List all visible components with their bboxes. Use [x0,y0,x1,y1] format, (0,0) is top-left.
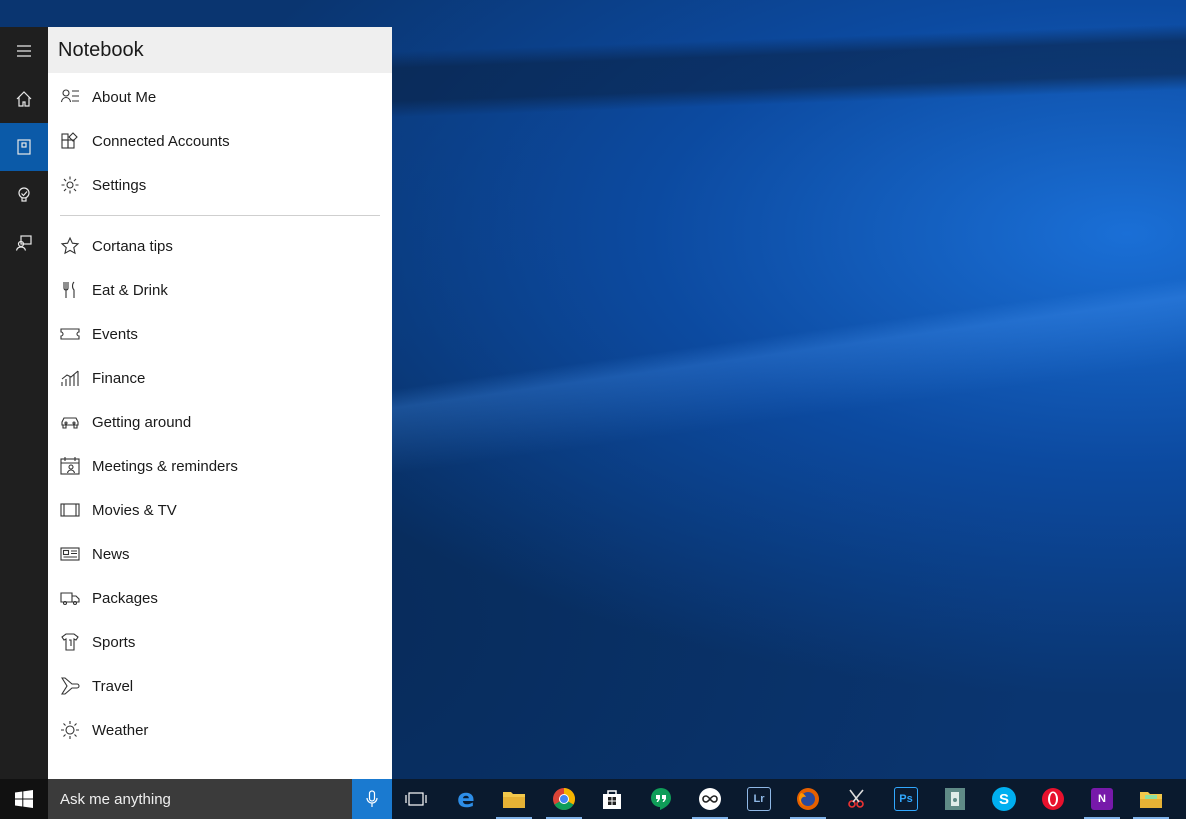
connected-accounts-icon [60,131,80,151]
hamburger-menu-icon[interactable] [0,27,48,75]
windows-start-icon[interactable] [0,779,48,819]
list-item-connected-accounts[interactable]: Connected Accounts [48,119,392,163]
skype-icon[interactable]: S [980,779,1028,819]
list-item-travel[interactable]: Travel [48,664,392,708]
item-label: Events [92,325,138,343]
feedback-icon[interactable] [0,219,48,267]
opera-icon[interactable] [1029,779,1077,819]
item-label: Meetings & reminders [92,457,238,475]
jersey-icon [60,632,80,652]
snipping-tool-icon[interactable] [833,779,881,819]
list-item-cortana-tips[interactable]: Cortana tips [48,224,392,268]
document-app-icon[interactable] [931,779,979,819]
taskbar: Ask me anything e Lr Ps S N [0,779,1186,819]
list-item-events[interactable]: Events [48,312,392,356]
photoshop-icon[interactable]: Ps [882,779,930,819]
cortana-left-rail [0,27,48,779]
item-label: Sports [92,633,136,651]
sun-icon [60,720,80,740]
notebook-icon[interactable] [0,123,48,171]
truck-icon [60,588,80,608]
calendar-person-icon [60,456,80,476]
person-list-icon [60,87,80,107]
store-icon[interactable] [588,779,636,819]
list-item-getting-around[interactable]: Getting around [48,400,392,444]
list-item-meetings-reminders[interactable]: Meetings & reminders [48,444,392,488]
list-item-news[interactable]: News [48,532,392,576]
item-label: Cortana tips [92,237,173,255]
film-icon [60,500,80,520]
edge-icon[interactable]: e [442,779,490,819]
list-item-finance[interactable]: Finance [48,356,392,400]
newspaper-icon [60,544,80,564]
firefox-icon[interactable] [784,779,832,819]
item-label: Packages [92,589,158,607]
sticky-notes-icon[interactable] [1127,779,1175,819]
list-item-packages[interactable]: Packages [48,576,392,620]
lightbulb-icon[interactable] [0,171,48,219]
notebook-panel: Notebook About Me Connected Accounts Set… [48,27,392,779]
star-icon [60,236,80,256]
onenote-icon[interactable]: N [1078,779,1126,819]
item-label: Travel [92,677,134,695]
ticket-icon [60,324,80,344]
list-item-eat-drink[interactable]: Eat & Drink [48,268,392,312]
gear-icon [60,175,80,195]
item-label: Movies & TV [92,501,177,519]
fork-knife-icon [60,280,80,300]
home-icon[interactable] [0,75,48,123]
microphone-icon[interactable] [352,779,392,819]
divider [60,215,380,216]
item-label: Weather [92,721,149,739]
notebook-list: About Me Connected Accounts Settings Cor… [48,73,392,752]
item-label: News [92,545,130,563]
item-label: Finance [92,369,146,387]
list-item-settings[interactable]: Settings [48,163,392,207]
list-item-sports[interactable]: Sports [48,620,392,664]
task-view-icon[interactable] [392,779,440,819]
list-item-movies-tv[interactable]: Movies & TV [48,488,392,532]
search-input[interactable]: Ask me anything [48,779,352,819]
item-label: Connected Accounts [92,132,230,150]
file-explorer-icon[interactable] [490,779,538,819]
list-item-weather[interactable]: Weather [48,708,392,752]
item-label: About Me [92,88,157,106]
hangouts-icon[interactable] [637,779,685,819]
item-label: Eat & Drink [92,281,168,299]
finance-chart-icon [60,368,80,388]
chrome-icon[interactable] [540,779,588,819]
lightroom-icon[interactable]: Lr [735,779,783,819]
panel-title: Notebook [48,27,392,73]
car-icon [60,412,80,432]
item-label: Settings [92,176,147,194]
infinity-app-icon[interactable] [686,779,734,819]
airplane-icon [60,676,80,696]
list-item-about-me[interactable]: About Me [48,75,392,119]
item-label: Getting around [92,413,192,431]
